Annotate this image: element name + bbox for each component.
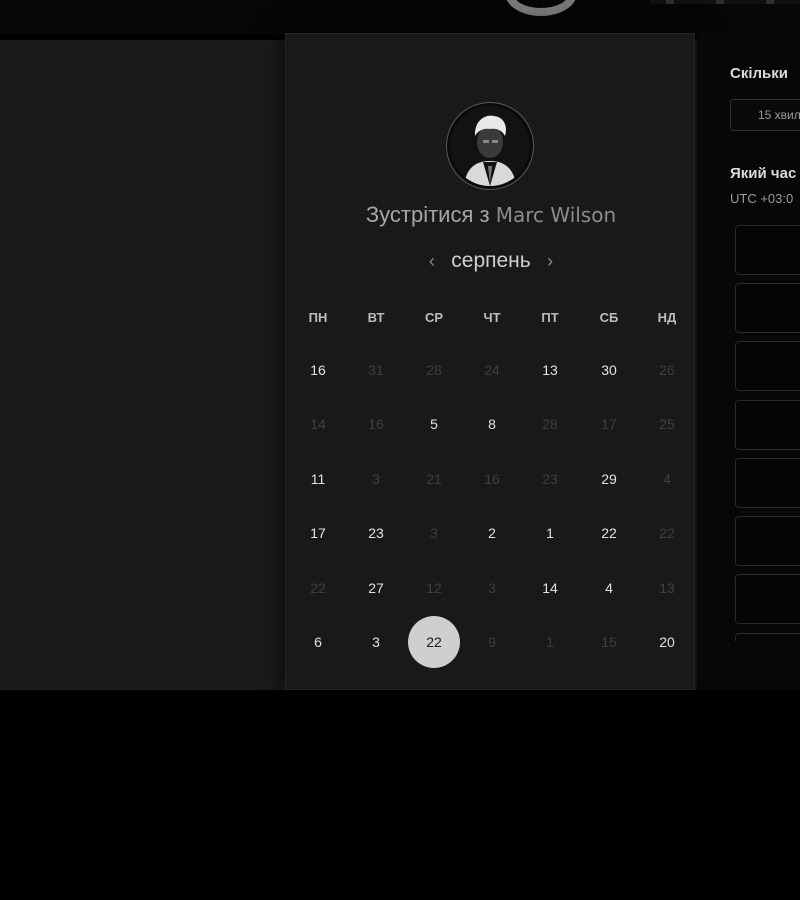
- calendar-day: 3: [430, 525, 438, 542]
- calendar-day[interactable]: 22: [583, 507, 635, 559]
- page-background: [0, 690, 800, 900]
- calendar-day: 24: [484, 362, 500, 378]
- calendar-day: 28: [542, 416, 558, 433]
- calendar-day: 25: [659, 416, 675, 433]
- calendar-day[interactable]: 20: [641, 616, 693, 668]
- time-slot-button[interactable]: [735, 341, 800, 392]
- calendar-day: 4: [663, 470, 671, 487]
- host-name: Marc Wilson: [495, 203, 617, 227]
- calendar-day: 1: [546, 634, 554, 650]
- month-label: серпень: [451, 249, 531, 272]
- weekday-label: ПТ: [541, 310, 559, 325]
- calendar-day[interactable]: 11: [292, 453, 344, 505]
- logo-wordmark: [650, 0, 800, 4]
- time-slot-button[interactable]: [735, 399, 800, 450]
- calendar-day: 28: [426, 362, 442, 378]
- weekday-label: ВТ: [367, 310, 385, 325]
- calendar-day[interactable]: 14: [524, 562, 576, 614]
- weekday-label: ЧТ: [483, 310, 501, 325]
- time-slot-button[interactable]: [735, 225, 800, 275]
- calendar-day: 16: [368, 416, 384, 433]
- calendar-day: 14: [310, 416, 326, 433]
- calendar-day[interactable]: 17: [292, 507, 344, 559]
- calendar-day[interactable]: 16: [292, 344, 344, 396]
- time-slot-button[interactable]: [735, 574, 800, 625]
- time-label: Який час: [730, 165, 797, 182]
- chevron-left-icon[interactable]: ‹: [423, 251, 441, 272]
- calendar-day[interactable]: 6: [292, 616, 344, 668]
- weekday-label: ПН: [308, 310, 328, 325]
- calendar-panel: Зустрітися з Marc Wilson ‹ серпень › ПН В…: [285, 33, 695, 690]
- time-slot-partial[interactable]: [735, 633, 800, 641]
- calendar-day: 9: [488, 634, 496, 650]
- weekday-label: СР: [424, 310, 444, 325]
- calendar-day: 31: [368, 362, 384, 378]
- chevron-right-icon[interactable]: ›: [541, 251, 559, 272]
- calendar-day: 23: [542, 470, 558, 487]
- calendar-day: 13: [659, 579, 675, 596]
- time-slot-button[interactable]: [735, 457, 800, 508]
- calendar-day[interactable]: 13: [524, 344, 576, 396]
- top-bar: [0, 0, 800, 34]
- calendar-day[interactable]: 3: [350, 616, 402, 668]
- duration-select[interactable]: 15 хвил: [730, 99, 800, 131]
- calendar-day: 16: [484, 470, 500, 487]
- calendar-day[interactable]: 5: [408, 398, 460, 450]
- meeting-title: Зустрітися з Marc Wilson: [286, 202, 696, 228]
- calendar-day[interactable]: 2: [466, 507, 518, 559]
- time-slot-button[interactable]: [735, 516, 800, 566]
- calendar-day: 15: [601, 634, 617, 650]
- page: Зустрітися з Marc Wilson ‹ серпень › ПН В…: [0, 0, 800, 900]
- calendar-day[interactable]: 1: [524, 507, 576, 559]
- month-navigation: ‹ серпень ›: [286, 249, 696, 277]
- time-selection-panel: Скільки 15 хвил Який час UTC +03:0: [697, 33, 800, 690]
- calendar-day[interactable]: 29: [583, 453, 635, 505]
- timezone-label: UTC +03:0: [730, 191, 794, 206]
- duration-label: Скільки: [730, 65, 788, 82]
- calendar-day: 12: [426, 579, 442, 596]
- calendar-day: 26: [659, 362, 675, 378]
- logo-icon: [505, 0, 577, 16]
- calendar-day: 3: [488, 579, 496, 596]
- calendar-day: 21: [426, 470, 442, 487]
- calendar-day[interactable]: 8: [466, 398, 518, 450]
- calendar-day: 17: [601, 416, 617, 433]
- calendar-day[interactable]: 30: [583, 344, 635, 396]
- calendar-day[interactable]: 23: [350, 507, 402, 559]
- calendar-day: 3: [372, 470, 380, 487]
- calendar-day[interactable]: 4: [583, 562, 635, 614]
- avatar: [450, 106, 530, 186]
- weekday-label: НД: [657, 310, 677, 325]
- heading-prefix: Зустрітися з: [365, 202, 490, 227]
- selected-day[interactable]: 22: [408, 616, 460, 668]
- weekday-label: СБ: [599, 310, 619, 325]
- time-slot-button[interactable]: [735, 283, 800, 334]
- calendar-day[interactable]: 27: [350, 562, 402, 614]
- calendar-day: 22: [310, 579, 326, 596]
- calendar-day: 22: [659, 525, 675, 542]
- avatar-image: [450, 106, 530, 186]
